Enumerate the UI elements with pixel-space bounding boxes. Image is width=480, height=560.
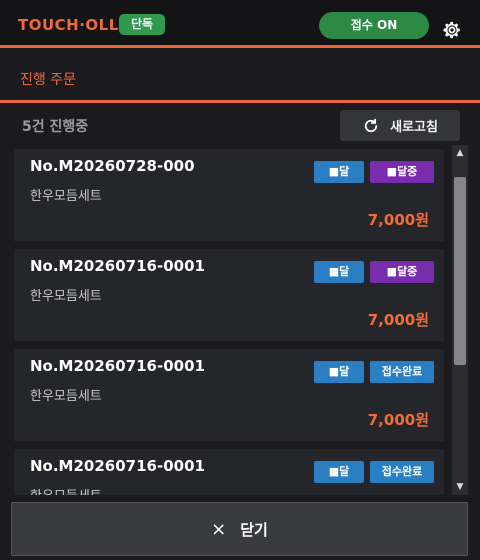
order-item: 한우모듬세트 xyxy=(30,485,102,495)
order-number: No.M20260716-0001 xyxy=(30,457,205,475)
close-button[interactable]: × 닫기 xyxy=(11,502,468,556)
order-list[interactable]: No.M20260728-000 한우모듬세트 ■달 ■달중 7,000원 No… xyxy=(14,145,452,495)
close-icon: × xyxy=(211,518,227,540)
section-header: 진행 주문 xyxy=(0,51,480,103)
order-number: No.M20260716-0001 xyxy=(30,357,205,375)
order-type-tag: ■달 xyxy=(314,161,364,183)
scroll-up-icon[interactable]: ▲ xyxy=(452,145,468,161)
order-status-tag: 접수완료 xyxy=(370,461,434,483)
gear-icon[interactable] xyxy=(441,19,463,41)
order-type-tag: ■달 xyxy=(314,261,364,283)
order-status-tag: ■달중 xyxy=(370,161,434,183)
brand-logo: TOUCH·OLL xyxy=(18,16,119,34)
scroll-down-icon[interactable]: ▼ xyxy=(452,479,468,495)
order-card[interactable]: No.M20260728-000 한우모듬세트 ■달 ■달중 7,000원 xyxy=(14,149,444,241)
app-header: TOUCH·OLL 단독 접수 ON xyxy=(0,0,480,48)
refresh-button[interactable]: 새로고침 xyxy=(340,110,460,141)
order-card[interactable]: No.M20260716-0001 한우모듬세트 ■달 접수완료 7,000원 xyxy=(14,349,444,441)
order-card[interactable]: No.M20260716-0001 한우모듬세트 ■달 ■달중 7,000원 xyxy=(14,249,444,341)
order-status-tag: ■달중 xyxy=(370,261,434,283)
order-card[interactable]: No.M20260716-0001 한우모듬세트 ■달 접수완료 xyxy=(14,449,444,495)
order-type-tag: ■달 xyxy=(314,461,364,483)
order-price: 7,000원 xyxy=(367,211,429,229)
order-item: 한우모듬세트 xyxy=(30,289,102,304)
section-title: 진행 주문 xyxy=(20,72,76,88)
order-count: 5건 진행중 xyxy=(22,119,89,135)
refresh-label: 새로고침 xyxy=(390,120,438,135)
order-type-tag: ■달 xyxy=(314,361,364,383)
list-scrollbar[interactable]: ▲ ▼ xyxy=(452,145,468,495)
scroll-thumb[interactable] xyxy=(454,177,466,365)
order-number: No.M20260728-000 xyxy=(30,157,195,175)
order-status-tag: 접수완료 xyxy=(370,361,434,383)
order-item: 한우모듬세트 xyxy=(30,389,102,404)
order-item: 한우모듬세트 xyxy=(30,189,102,204)
close-label: 닫기 xyxy=(240,520,268,539)
order-price: 7,000원 xyxy=(367,411,429,429)
accept-orders-toggle[interactable]: 접수 ON xyxy=(319,12,429,39)
refresh-icon xyxy=(364,118,378,132)
mode-badge: 단독 xyxy=(119,14,165,35)
order-number: No.M20260716-0001 xyxy=(30,257,205,275)
order-price: 7,000원 xyxy=(367,311,429,329)
